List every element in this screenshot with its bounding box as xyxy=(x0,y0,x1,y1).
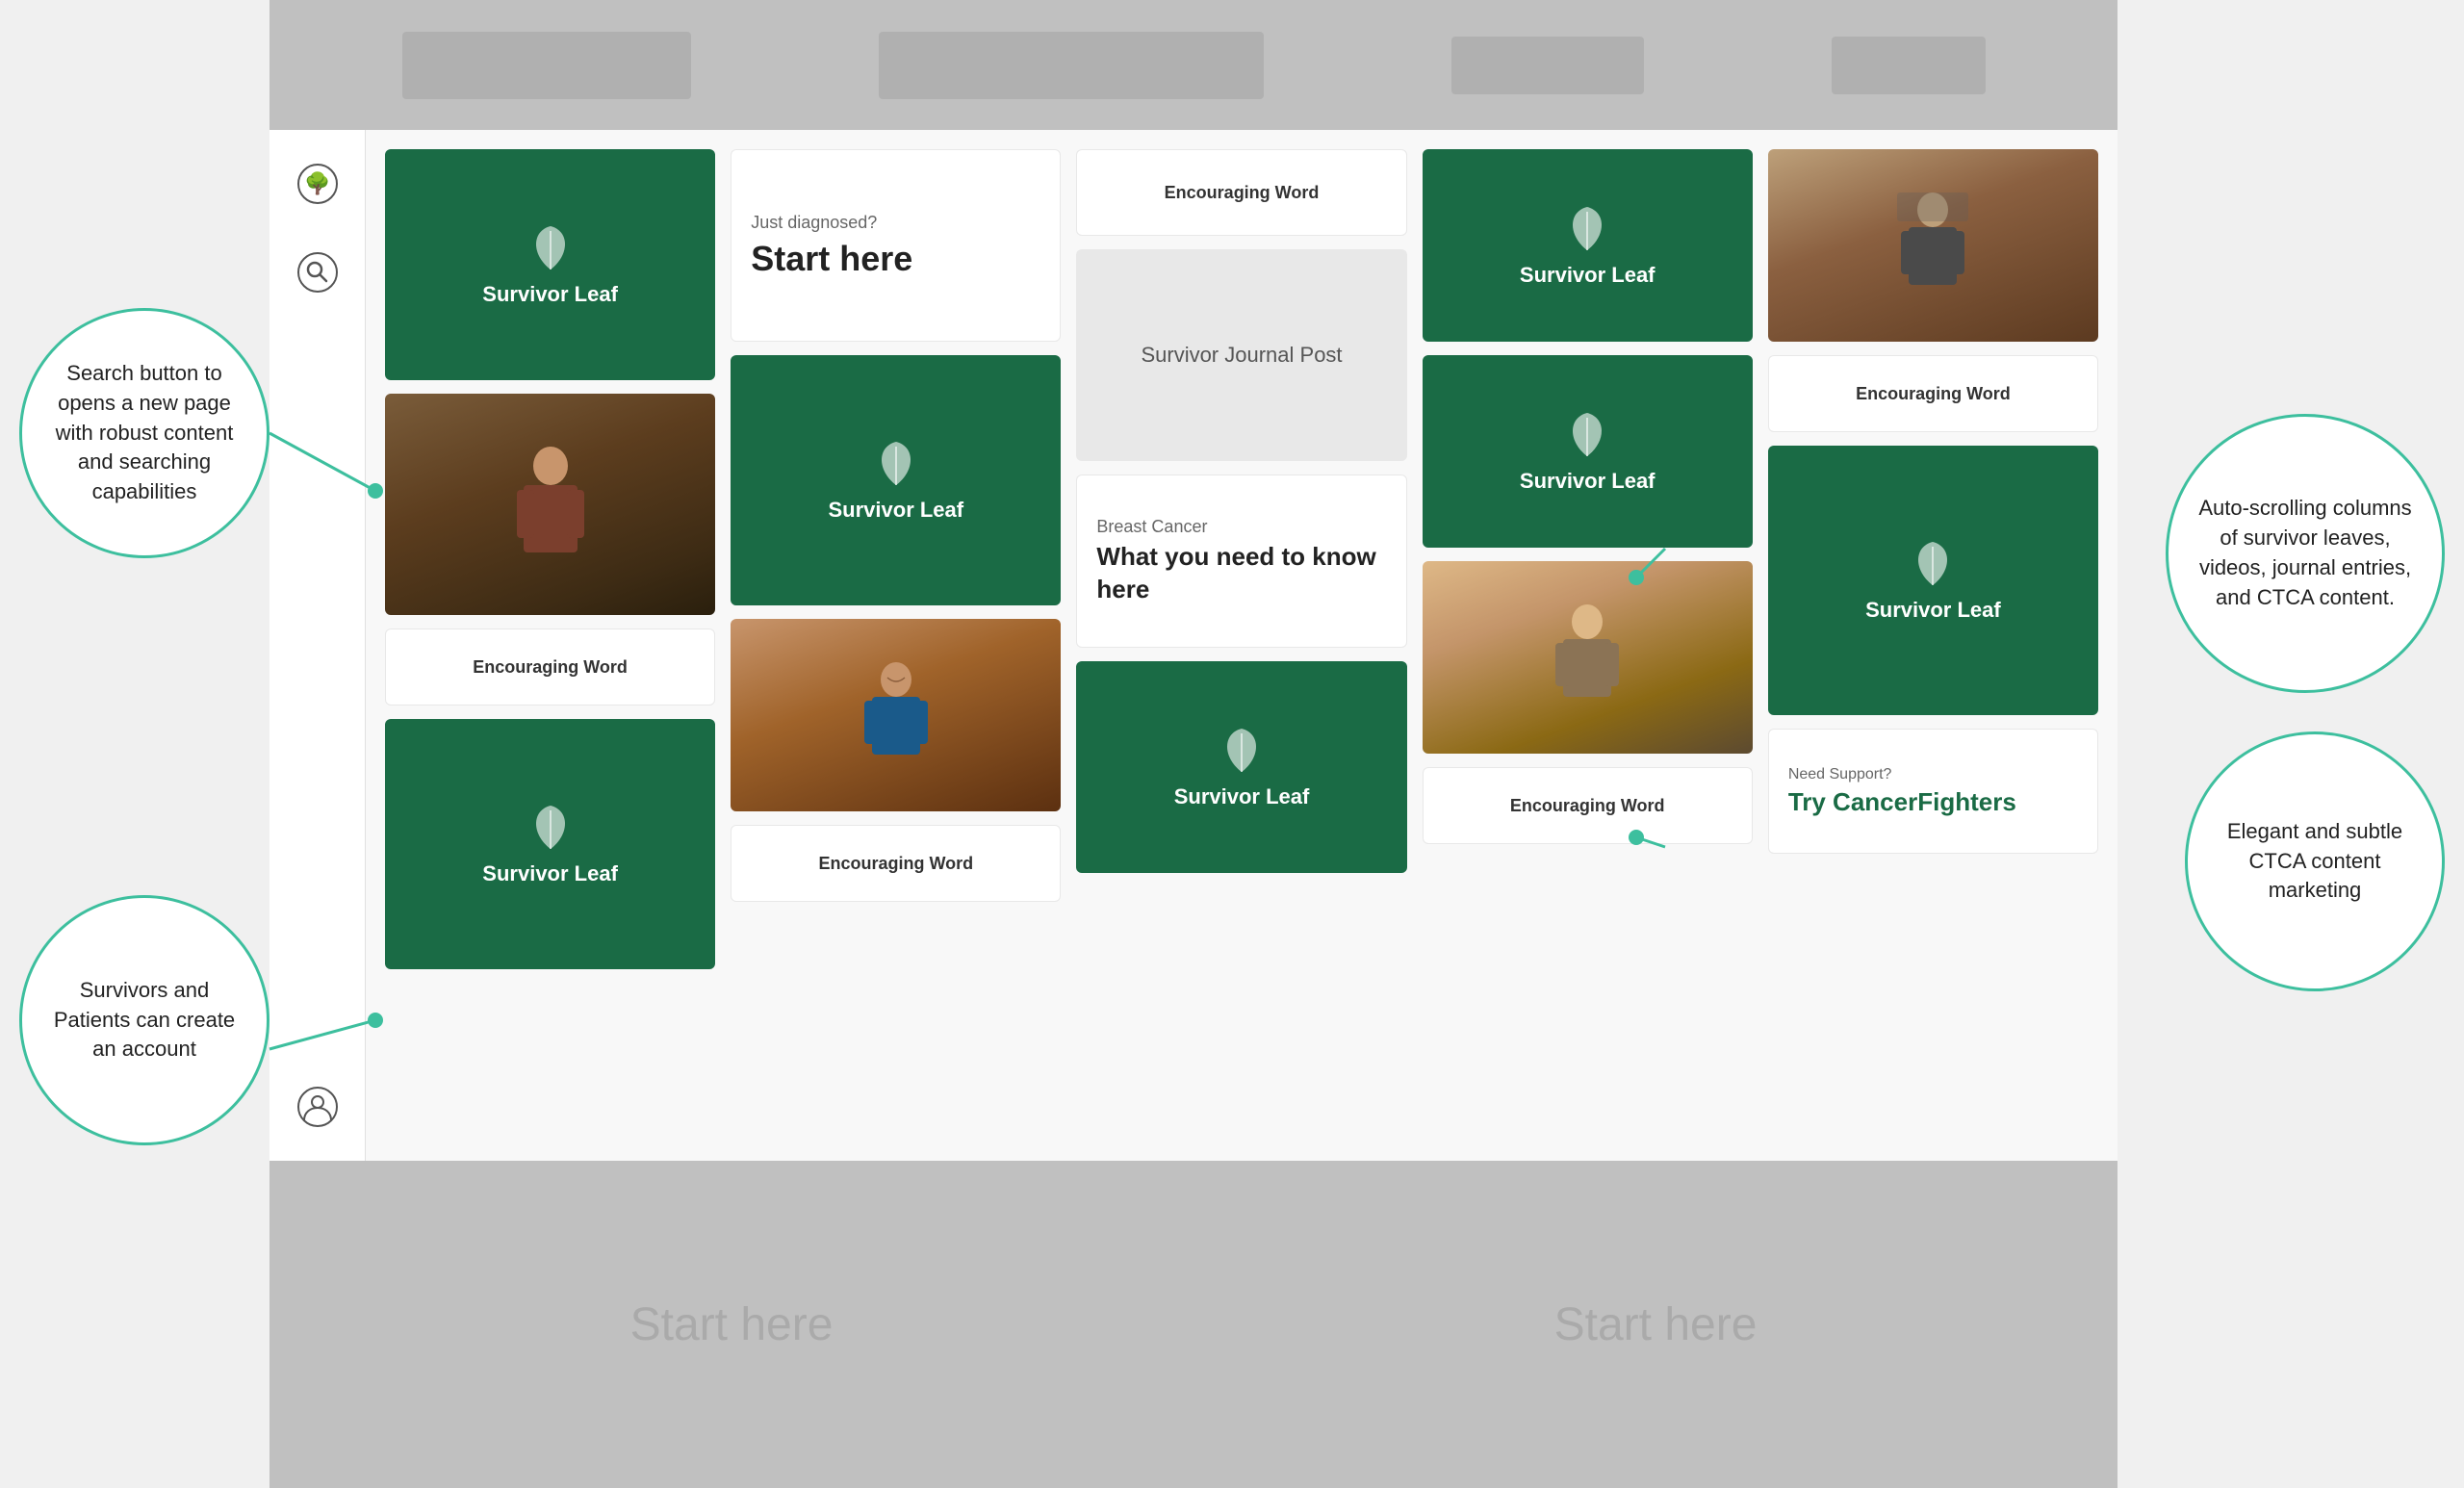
column-5: Encouraging Word Survivor Leaf Need Supp… xyxy=(1768,149,2098,1142)
survivor-leaf-card-5[interactable]: Survivor Leaf xyxy=(1423,149,1753,342)
survivor-leaf-card-2[interactable]: Survivor Leaf xyxy=(385,719,715,969)
need-support-label: Need Support? xyxy=(1788,766,2078,783)
encouraging-word-label-1: Encouraging Word xyxy=(405,657,695,678)
encouraging-word-card-3[interactable]: Encouraging Word xyxy=(1076,149,1406,236)
bottom-overlay: Start here Start here xyxy=(270,1161,2118,1488)
encouraging-word-card-2[interactable]: Encouraging Word xyxy=(731,825,1061,902)
top-placeholder-3 xyxy=(1451,37,1644,94)
encouraging-word-card-5[interactable]: Encouraging Word xyxy=(1768,355,2098,432)
encouraging-word-label-5: Encouraging Word xyxy=(1788,384,2078,404)
svg-text:🌳: 🌳 xyxy=(304,170,330,195)
encouraging-word-card-4[interactable]: Encouraging Word xyxy=(1423,767,1753,844)
callout-ctca: Elegant and subtle CTCA content marketin… xyxy=(2185,731,2445,991)
app-content: 🌳 xyxy=(270,130,2118,1161)
survivor-leaf-card-6[interactable]: Survivor Leaf xyxy=(1423,355,1753,548)
journal-post-label: Survivor Journal Post xyxy=(1141,341,1342,371)
top-overlay xyxy=(270,0,2118,130)
bottom-text-2: Start here xyxy=(1554,1298,1758,1351)
column-4: Survivor Leaf Survivor Leaf xyxy=(1423,149,1753,1142)
sidebar: 🌳 xyxy=(270,130,366,1161)
tree-button[interactable]: 🌳 xyxy=(293,159,343,209)
photo-man-factory xyxy=(385,394,715,615)
encouraging-word-label-2: Encouraging Word xyxy=(751,854,1040,874)
photo-man-old xyxy=(1768,149,2098,342)
callout-ctca-text: Elegant and subtle CTCA content marketin… xyxy=(2207,817,2423,906)
survivor-leaf-label-3: Survivor Leaf xyxy=(829,498,964,523)
column-2: Just diagnosed? Start here Survivor Leaf xyxy=(731,149,1061,1142)
column-3: Encouraging Word Survivor Journal Post B… xyxy=(1076,149,1406,1142)
callout-autoscroll-text: Auto-scrolling columns of survivor leave… xyxy=(2188,494,2423,612)
callout-autoscroll: Auto-scrolling columns of survivor leave… xyxy=(2166,414,2445,693)
start-here-sub: Just diagnosed? xyxy=(751,213,1040,233)
browser-window: 🌳 xyxy=(270,0,2118,1488)
survivor-leaf-card-7[interactable]: Survivor Leaf xyxy=(1768,446,2098,715)
callout-search: Search button to opens a new page with r… xyxy=(19,308,270,558)
survivor-leaf-label-4: Survivor Leaf xyxy=(1174,784,1310,809)
bottom-text-1: Start here xyxy=(630,1298,834,1351)
search-button[interactable] xyxy=(293,247,343,297)
survivor-leaf-card-1[interactable]: Survivor Leaf xyxy=(385,149,715,380)
survivor-leaf-card-4[interactable]: Survivor Leaf xyxy=(1076,661,1406,873)
encouraging-word-label-4: Encouraging Word xyxy=(1443,796,1732,816)
survivor-leaf-card-3[interactable]: Survivor Leaf xyxy=(731,355,1061,605)
need-support-card[interactable]: Need Support? Try CancerFighters xyxy=(1768,729,2098,854)
photo-woman-older xyxy=(1423,561,1753,754)
callout-account-text: Survivors and Patients can create an acc… xyxy=(41,976,247,1065)
top-placeholder-1 xyxy=(402,32,691,99)
breast-cancer-card[interactable]: Breast Cancer What you need to know here xyxy=(1076,475,1406,648)
callout-account: Survivors and Patients can create an acc… xyxy=(19,895,270,1145)
main-area: Survivor Leaf Encouraging xyxy=(366,130,2118,1161)
start-here-card[interactable]: Just diagnosed? Start here xyxy=(731,149,1061,342)
start-here-main: Start here xyxy=(751,239,1040,279)
survivor-leaf-label-6: Survivor Leaf xyxy=(1520,469,1656,494)
breast-cancer-title: What you need to know here xyxy=(1096,541,1386,606)
photo-woman-smiling xyxy=(731,619,1061,811)
encouraging-word-label-3: Encouraging Word xyxy=(1096,183,1386,203)
survivor-leaf-label-2: Survivor Leaf xyxy=(482,861,618,886)
top-placeholder-2 xyxy=(879,32,1264,99)
journal-post-card[interactable]: Survivor Journal Post xyxy=(1076,249,1406,461)
top-placeholder-4 xyxy=(1832,37,1986,94)
encouraging-word-card-1[interactable]: Encouraging Word xyxy=(385,629,715,706)
callout-search-text: Search button to opens a new page with r… xyxy=(41,359,247,507)
breast-cancer-category: Breast Cancer xyxy=(1096,517,1386,537)
user-button[interactable] xyxy=(293,1082,343,1132)
cancer-fighters-link: Try CancerFighters xyxy=(1788,787,2078,817)
survivor-leaf-label-7: Survivor Leaf xyxy=(1865,598,2001,623)
column-1: Survivor Leaf Encouraging xyxy=(385,149,715,1142)
survivor-leaf-label-5: Survivor Leaf xyxy=(1520,263,1656,288)
survivor-leaf-label-1: Survivor Leaf xyxy=(482,282,618,307)
